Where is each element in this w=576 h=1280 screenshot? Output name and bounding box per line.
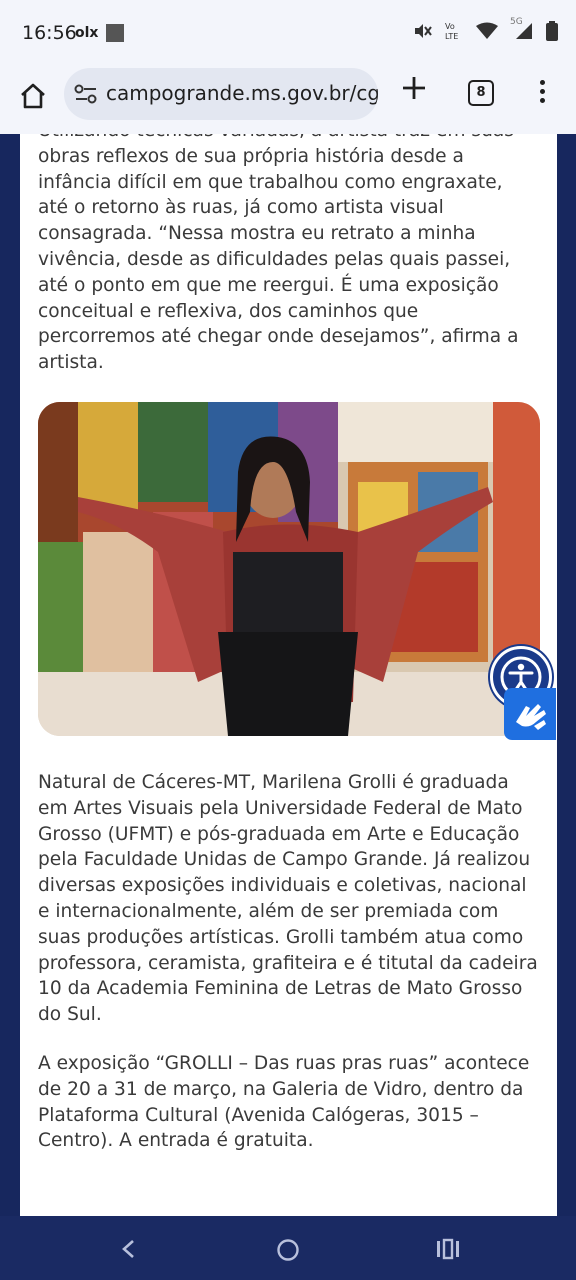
sign-language-hands-icon [516, 704, 546, 730]
status-icons: Vo LTE 5G [412, 17, 558, 42]
url-text[interactable]: campogrande.ms.gov.br/cg [106, 81, 378, 105]
notification-square-icon [106, 24, 124, 42]
vlibras-sign-language-button[interactable] [504, 688, 556, 740]
article-paragraph: Utilizando técnicas variadas, a artista … [38, 134, 519, 374]
status-time: 16:56 [22, 22, 77, 44]
article-content: Utilizando técnicas variadas, a artista … [20, 134, 557, 1216]
olx-notification-icon: olx [75, 25, 99, 41]
site-settings-icon[interactable] [74, 83, 98, 105]
battery-icon [546, 21, 558, 41]
article-photo [38, 402, 540, 736]
home-icon[interactable] [18, 81, 48, 111]
browser-toolbar: campogrande.ms.gov.br/cg 8 [0, 68, 576, 134]
home-circle-icon[interactable] [276, 1238, 300, 1262]
volte-icon: VoLTE [445, 22, 458, 41]
tab-switcher-button[interactable]: 8 [468, 80, 494, 106]
status-bar: 16:56 olx Vo LTE 5G [0, 0, 576, 68]
5g-signal-icon: 5G [510, 17, 534, 41]
article-paragraph: Natural de Cáceres-MT, Marilena Grolli é… [38, 772, 538, 1026]
recents-icon[interactable] [436, 1238, 460, 1260]
more-options-icon[interactable] [540, 80, 546, 107]
address-bar[interactable]: campogrande.ms.gov.br/cg [64, 68, 378, 120]
svg-text:Vo: Vo [445, 22, 455, 31]
artist-photo-illustration [38, 402, 540, 736]
new-tab-icon[interactable] [400, 74, 428, 102]
svg-text:LTE: LTE [445, 32, 458, 41]
wifi-icon [476, 22, 498, 39]
system-navigation-bar [0, 1216, 576, 1280]
mute-icon [415, 24, 432, 38]
article-paragraph: A exposição “GROLLI – Das ruas pras ruas… [38, 1053, 530, 1152]
back-icon[interactable] [118, 1238, 140, 1260]
